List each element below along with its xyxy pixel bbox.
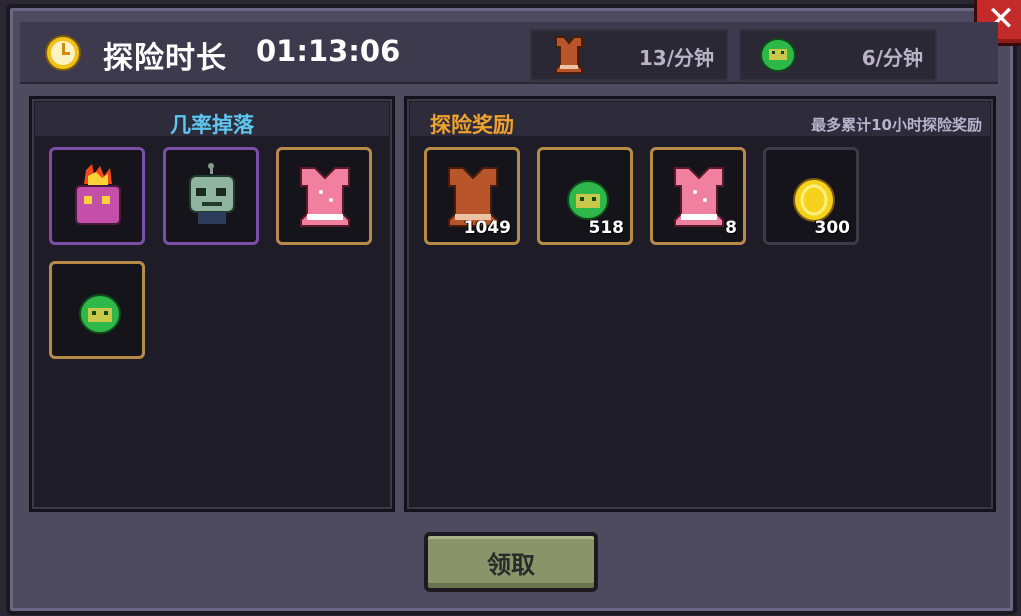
drop-slot-fire-pot[interactable] bbox=[49, 147, 145, 245]
expedition-title: 探险时长 bbox=[103, 41, 227, 76]
drop-slot-zombie-head[interactable] bbox=[163, 147, 259, 245]
green-slime-coin-icon bbox=[79, 294, 121, 334]
pink-armor-icon bbox=[674, 167, 724, 227]
coin-rate: 6/分钟 bbox=[861, 46, 923, 70]
reward-qty: 300 bbox=[814, 218, 851, 238]
reward-slot-leather-armor[interactable]: 1049 bbox=[424, 147, 520, 245]
reward-slot-gold-coin[interactable]: 300 bbox=[763, 147, 859, 245]
drops-panel-header: 几率掉落 bbox=[35, 102, 389, 137]
rate-box-armor: 13/分钟 bbox=[530, 29, 728, 81]
reward-qty: 518 bbox=[588, 218, 625, 238]
pink-armor-icon bbox=[300, 167, 350, 227]
expedition-timer: 01:13:06 bbox=[256, 34, 401, 68]
drops-title: 几率掉落 bbox=[170, 113, 254, 137]
zombie-head-pet-icon bbox=[189, 163, 235, 224]
reward-qty: 8 bbox=[725, 218, 737, 238]
rewards-panel-header: 探险奖励 最多累计10小时探险奖励 bbox=[410, 102, 990, 137]
claim-button[interactable]: 领取 bbox=[424, 532, 598, 592]
clock-icon bbox=[45, 35, 81, 71]
reward-slot-green-coin[interactable]: 518 bbox=[537, 147, 633, 245]
leather-armor-icon bbox=[555, 36, 583, 74]
rate-box-coin: 6/分钟 bbox=[739, 29, 937, 81]
rewards-cap-note: 最多累计10小时探险奖励 bbox=[811, 116, 982, 134]
rewards-title: 探险奖励 bbox=[430, 113, 514, 137]
fire-pot-pet-icon bbox=[75, 164, 121, 225]
reward-slot-pink-armor[interactable]: 8 bbox=[650, 147, 746, 245]
armor-rate: 13/分钟 bbox=[638, 46, 714, 70]
drop-slot-pink-armor[interactable] bbox=[276, 147, 372, 245]
drop-slot-green-coin[interactable] bbox=[49, 261, 145, 359]
reward-qty: 1049 bbox=[463, 218, 511, 238]
green-slime-coin-icon bbox=[760, 38, 796, 72]
